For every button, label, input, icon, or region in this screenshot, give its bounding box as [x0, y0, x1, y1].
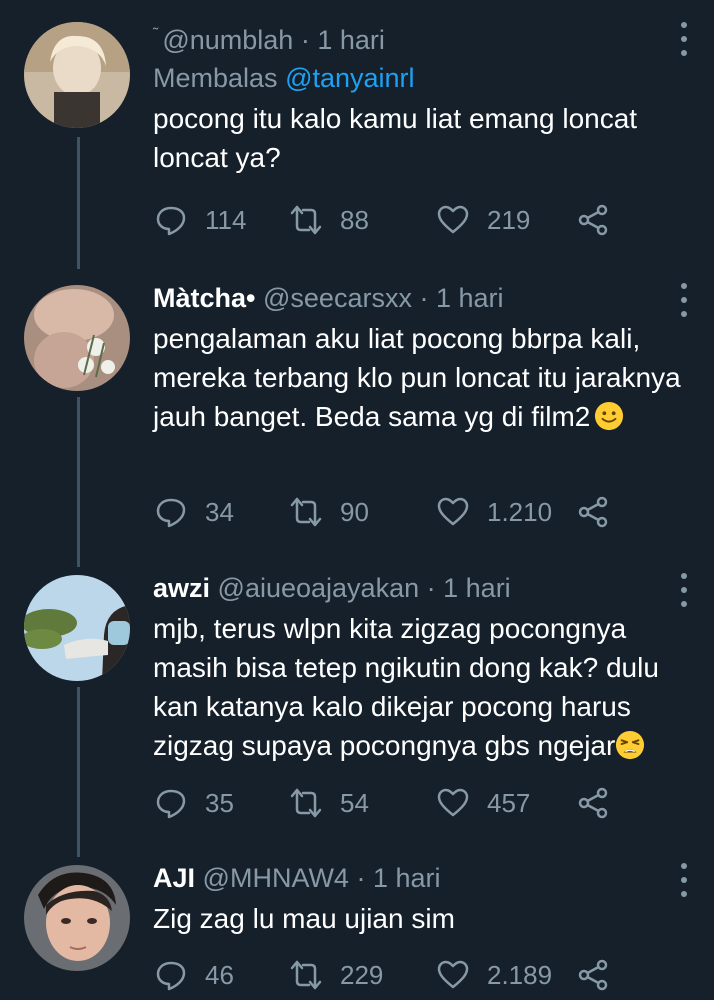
timestamp[interactable]: 1 hari [436, 283, 504, 313]
tweet-text: pocong itu kalo kamu liat emang loncat l… [153, 103, 638, 173]
tired-face-icon [616, 730, 645, 760]
retweet-button[interactable]: 90 [290, 492, 369, 532]
heart-icon [437, 497, 469, 526]
avatar[interactable] [24, 285, 130, 391]
tweet-text: pengalaman aku liat pocong bbrpa kali, m… [153, 319, 683, 436]
tweet-text-content: mjb, terus wlpn kita zigzag pocongnya ma… [153, 613, 659, 761]
timestamp[interactable]: 1 hari [317, 25, 385, 55]
retweet-count: 54 [340, 787, 369, 818]
retweet-button[interactable]: 88 [290, 200, 369, 240]
action-bar: 34 90 1.210 [155, 492, 625, 532]
retweet-button[interactable]: 54 [290, 783, 369, 823]
tweet-header: ˜ @numblah · 1 hari [153, 18, 674, 57]
retweet-icon [290, 960, 322, 990]
reply-button[interactable]: 114 [155, 200, 246, 240]
like-count: 457 [487, 787, 531, 818]
reply-count: 34 [205, 496, 234, 527]
share-button[interactable] [577, 955, 609, 995]
tweet-text: mjb, terus wlpn kita zigzag pocongnya ma… [153, 609, 693, 765]
handle[interactable]: @seecarsxx [263, 283, 412, 313]
separator: · [300, 25, 310, 55]
retweet-button[interactable]: 229 [290, 955, 383, 995]
avatar-image [24, 575, 130, 681]
more-icon[interactable] [680, 22, 688, 56]
separator: · [356, 863, 366, 893]
handle-prefix: ˜ [153, 26, 159, 43]
avatar-image [24, 865, 130, 971]
slightly-smiling-face-icon [595, 401, 624, 431]
heart-icon [437, 788, 469, 817]
share-icon [578, 787, 608, 819]
like-count: 219 [487, 204, 531, 235]
tweet-header: AJI @MHNAW4 · 1 hari [153, 861, 674, 895]
share-icon [578, 959, 608, 991]
display-name[interactable]: AJI [153, 863, 195, 893]
tweet[interactable]: AJI @MHNAW4 · 1 hari Zig zag lu mau ujia… [0, 847, 714, 1000]
like-count: 2.189 [487, 959, 553, 990]
tweet-body: AJI @MHNAW4 · 1 hari Zig zag lu mau ujia… [153, 861, 674, 938]
display-name[interactable]: Màtcha• [153, 283, 255, 313]
reply-button[interactable]: 46 [155, 955, 234, 995]
handle[interactable]: @MHNAW4 [203, 863, 349, 893]
reply-count: 46 [205, 959, 234, 990]
action-bar: 46 229 2.189 [155, 955, 625, 995]
avatar-image [24, 22, 130, 128]
avatar[interactable] [24, 22, 130, 128]
reply-count: 114 [205, 204, 247, 235]
tweet[interactable]: ˜ @numblah · 1 hari Membalas @tanyainrl p… [0, 0, 714, 265]
heart-icon [437, 205, 469, 234]
tweet-header: awzi @aiueoajayakan · 1 hari [153, 571, 674, 605]
handle[interactable]: @numblah [162, 25, 293, 55]
retweet-icon [290, 497, 322, 527]
heart-icon [437, 960, 469, 989]
reply-button[interactable]: 35 [155, 783, 234, 823]
avatar[interactable] [24, 865, 130, 971]
separator: · [419, 283, 429, 313]
avatar[interactable] [24, 575, 130, 681]
reply-icon [156, 206, 186, 236]
like-button[interactable]: 219 [437, 200, 530, 240]
tweet-body: Màtcha• @seecarsxx · 1 hari pengalaman a… [153, 281, 681, 436]
avatar-image [24, 285, 130, 391]
replying-to-label: Membalas [153, 63, 278, 93]
like-button[interactable]: 1.210 [437, 492, 552, 532]
share-button[interactable] [577, 783, 609, 823]
handle[interactable]: @aiueoajayakan [218, 573, 420, 603]
tweet[interactable]: Màtcha• @seecarsxx · 1 hari pengalaman a… [0, 265, 714, 555]
retweet-count: 88 [340, 204, 369, 235]
share-icon [578, 496, 608, 528]
more-icon[interactable] [680, 863, 688, 897]
timestamp[interactable]: 1 hari [373, 863, 441, 893]
tweet-text: Zig zag lu mau ujian sim [153, 903, 455, 934]
more-icon[interactable] [680, 283, 688, 317]
replying-to-handle[interactable]: @tanyainrl [285, 63, 414, 93]
share-button[interactable] [577, 200, 609, 240]
action-bar: 114 88 219 [155, 200, 625, 240]
timestamp[interactable]: 1 hari [443, 573, 511, 603]
separator: · [426, 573, 436, 603]
reply-icon [156, 961, 186, 991]
reply-icon [156, 789, 186, 819]
reply-button[interactable]: 34 [155, 492, 234, 532]
like-button[interactable]: 457 [437, 783, 530, 823]
retweet-count: 229 [340, 959, 384, 990]
action-bar: 35 54 457 [155, 783, 625, 823]
replying-to: Membalas @tanyainrl [153, 61, 674, 95]
retweet-icon [290, 788, 322, 818]
retweet-icon [290, 205, 322, 235]
retweet-count: 90 [340, 496, 369, 527]
display-name[interactable]: awzi [153, 573, 210, 603]
like-button[interactable]: 2.189 [437, 955, 552, 995]
like-count: 1.210 [487, 496, 553, 527]
tweet[interactable]: awzi @aiueoajayakan · 1 hari mjb, terus … [0, 555, 714, 847]
share-icon [578, 204, 608, 236]
reply-count: 35 [205, 787, 234, 818]
reply-icon [156, 498, 186, 528]
tweet-body: awzi @aiueoajayakan · 1 hari mjb, terus … [153, 571, 674, 765]
share-button[interactable] [577, 492, 609, 532]
tweet-header: Màtcha• @seecarsxx · 1 hari [153, 281, 674, 315]
tweet-body: ˜ @numblah · 1 hari Membalas @tanyainrl p… [153, 18, 674, 177]
more-icon[interactable] [680, 573, 688, 607]
